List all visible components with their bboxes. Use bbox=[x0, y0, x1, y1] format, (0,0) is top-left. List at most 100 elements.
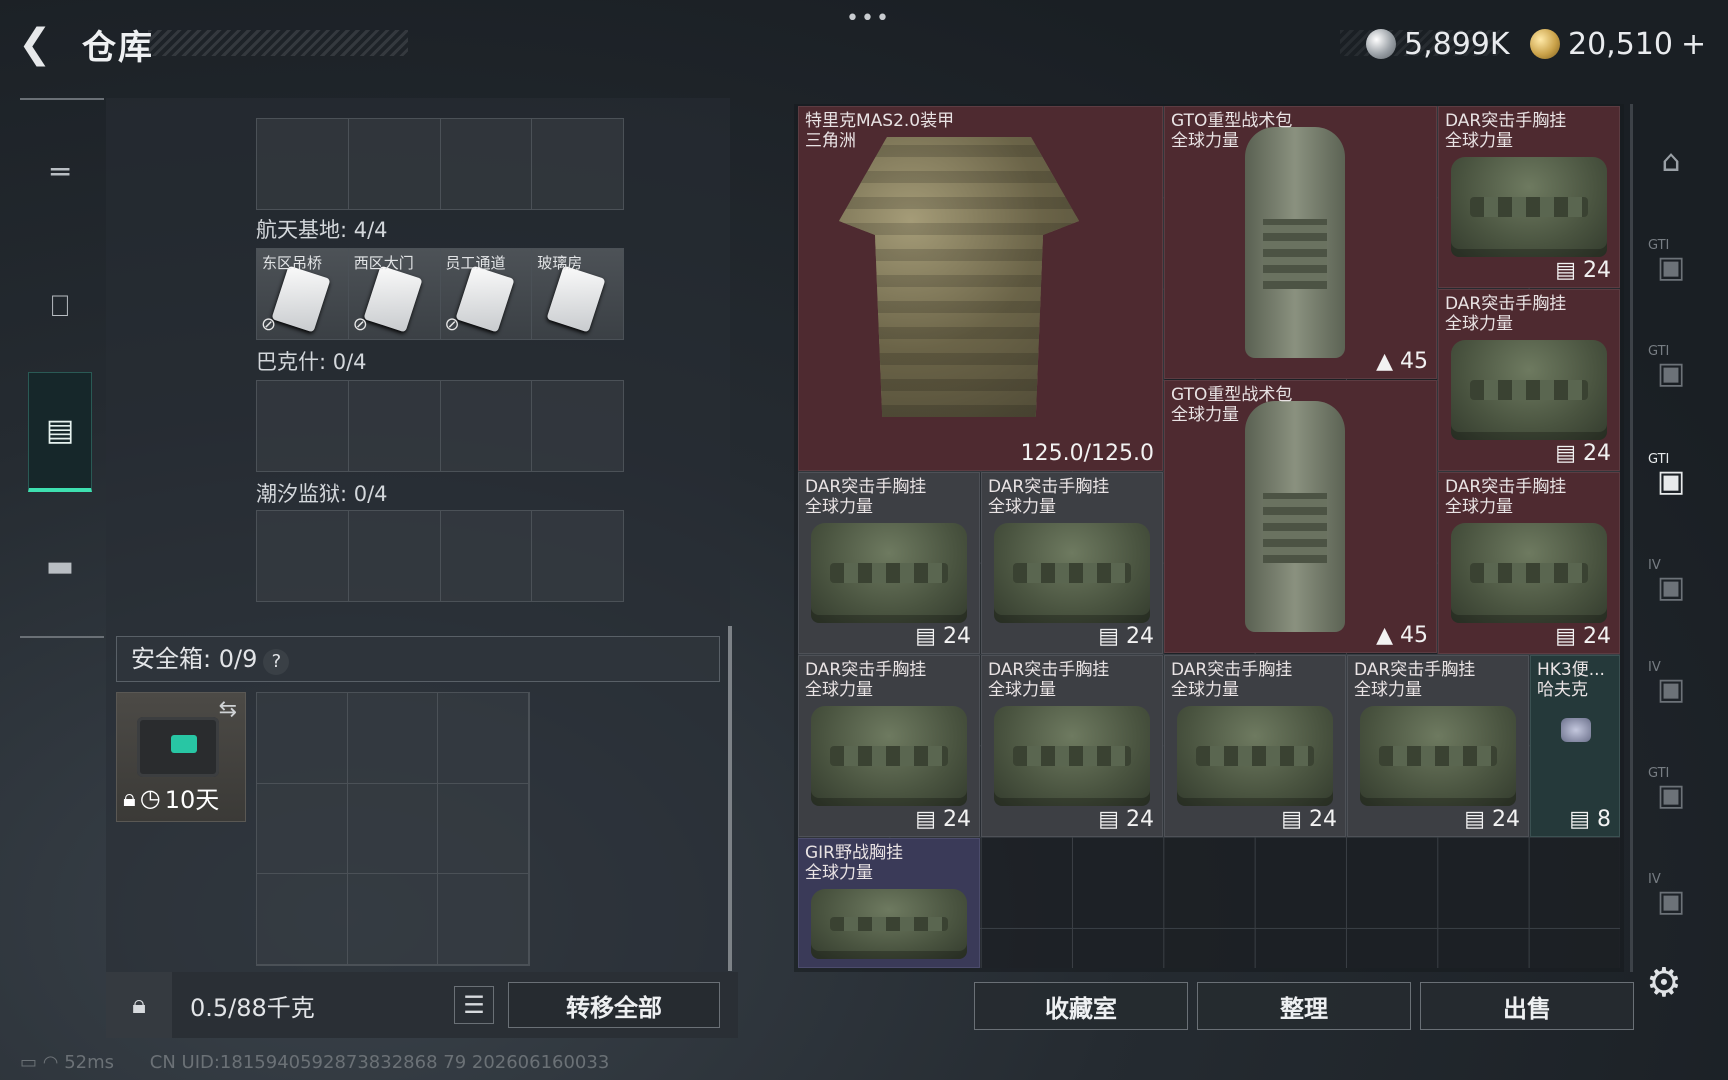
safe-slot[interactable] bbox=[347, 693, 439, 784]
collection-room-button[interactable]: 收藏室 bbox=[974, 982, 1188, 1030]
weapon-icon[interactable]: ═ bbox=[28, 112, 92, 232]
silver-currency: 5,899K bbox=[1366, 24, 1510, 64]
safe-slot[interactable] bbox=[438, 874, 529, 965]
silver-coin-icon bbox=[1366, 29, 1396, 59]
item-capacity: ▲ 45 bbox=[1376, 349, 1428, 374]
case-icon[interactable]: ▬ bbox=[28, 506, 92, 626]
stash-tab[interactable]: IV ▣ bbox=[1646, 872, 1696, 926]
stash-tab-active[interactable]: GTI ▣ bbox=[1646, 452, 1696, 506]
tide-prison-label: 潮汐监狱: 0/4 bbox=[256, 482, 388, 506]
safe-slot[interactable] bbox=[438, 693, 529, 784]
item-name: HK3便... 哈夫克 bbox=[1537, 660, 1605, 700]
item-armor[interactable]: 特里克MAS2.0装甲 三角洲 125.0/125.0 bbox=[798, 106, 1163, 471]
safe-slot[interactable] bbox=[347, 783, 439, 875]
backpack-icon[interactable]: ⎕ bbox=[28, 246, 92, 366]
stash-tab[interactable]: IV ▣ bbox=[1646, 558, 1696, 612]
key-slot[interactable] bbox=[441, 381, 533, 471]
item-name: DAR突击手胸挂 全球力量 bbox=[1445, 111, 1567, 151]
safe-box-item[interactable]: ⇆ 🔒︎ ◷ 10天 bbox=[116, 692, 246, 822]
safe-box-header: 安全箱: 0/9? bbox=[116, 636, 720, 682]
key-slot[interactable] bbox=[349, 119, 441, 209]
settings-gear-icon[interactable]: ⚙ bbox=[1646, 960, 1682, 1006]
item-gir-rig[interactable]: GIR野战胸挂 全球力量 bbox=[798, 838, 980, 968]
capacity-icon: ▲ bbox=[1376, 623, 1393, 648]
item-capacity: ▤ 24 bbox=[1555, 624, 1611, 649]
back-button[interactable]: ❮ bbox=[18, 22, 62, 66]
keycard-icon bbox=[454, 265, 515, 333]
scrollbar[interactable] bbox=[728, 626, 732, 971]
key-slot[interactable] bbox=[349, 511, 441, 601]
capacity-icon: ▤ bbox=[1281, 807, 1302, 832]
item-gto-backpack[interactable]: GTO重型战术包 全球力量 ▲ 45 bbox=[1164, 106, 1437, 379]
key-name: 玻璃房 bbox=[537, 254, 583, 272]
item-dar-rig[interactable]: DAR突击手胸挂 全球力量 ▤ 24 bbox=[981, 472, 1163, 654]
key-card[interactable]: 西区大门 ⊘ bbox=[348, 249, 441, 339]
swap-icon[interactable]: ⇆ bbox=[219, 697, 237, 722]
item-dar-rig[interactable]: DAR突击手胸挂 全球力量 ▤ 24 bbox=[1438, 472, 1620, 654]
stash-tab[interactable]: GTI ▣ bbox=[1646, 238, 1696, 292]
item-dar-rig[interactable]: DAR突击手胸挂 全球力量 ▤ 24 bbox=[1347, 655, 1529, 837]
key-slot[interactable] bbox=[441, 119, 533, 209]
key-slot[interactable] bbox=[257, 511, 349, 601]
item-dar-rig[interactable]: DAR突击手胸挂 全球力量 ▤ 24 bbox=[1164, 655, 1346, 837]
stash-tab[interactable]: GTI ▣ bbox=[1646, 766, 1696, 820]
key-slot[interactable] bbox=[532, 119, 623, 209]
safe-slot[interactable] bbox=[257, 783, 348, 875]
capacity-icon: ▤ bbox=[1569, 807, 1590, 832]
item-dar-rig[interactable]: DAR突击手胸挂 全球力量 ▤ 24 bbox=[798, 472, 980, 654]
chest-rig-image bbox=[1360, 706, 1516, 806]
chest-rig-image bbox=[811, 706, 967, 806]
key-card[interactable]: 员工通道 ⊘ bbox=[440, 249, 533, 339]
item-capacity: ▤ 24 bbox=[1555, 441, 1611, 466]
safe-box-grid[interactable] bbox=[256, 692, 530, 966]
weight-text: 0.5/88千克 bbox=[190, 994, 315, 1022]
sell-button[interactable]: 出售 bbox=[1420, 982, 1634, 1030]
key-slot[interactable] bbox=[532, 511, 623, 601]
item-capacity: ▤ 24 bbox=[1464, 807, 1520, 832]
list-view-button[interactable]: ☰ bbox=[454, 986, 494, 1024]
more-options-button[interactable]: ••• bbox=[846, 6, 891, 31]
key-slot[interactable] bbox=[349, 381, 441, 471]
wifi-icon: ◠ bbox=[42, 1052, 59, 1073]
item-hk3[interactable]: HK3便... 哈夫克 ▤ 8 bbox=[1530, 655, 1620, 837]
key-slot[interactable] bbox=[441, 511, 533, 601]
weight-lock-icon[interactable]: 🔒︎ bbox=[106, 972, 172, 1038]
stash-home-icon[interactable]: ⌂ bbox=[1646, 136, 1696, 186]
key-slot[interactable] bbox=[257, 381, 349, 471]
stash-tab[interactable]: GTI ▣ bbox=[1646, 344, 1696, 398]
organize-button[interactable]: 整理 bbox=[1197, 982, 1411, 1030]
no-trade-icon: ⊘ bbox=[261, 314, 277, 335]
stash-tab[interactable]: IV ▣ bbox=[1646, 660, 1696, 714]
keycard-icon bbox=[546, 265, 606, 333]
item-name: GTO重型战术包 全球力量 bbox=[1171, 385, 1293, 425]
chest-rig-image bbox=[811, 523, 967, 623]
key-card[interactable]: 东区吊桥 ⊘ bbox=[257, 249, 349, 339]
safe-slot[interactable] bbox=[257, 693, 348, 784]
transfer-all-button[interactable]: 转移全部 bbox=[508, 982, 720, 1028]
item-dar-rig[interactable]: DAR突击手胸挂 全球力量 ▤ 24 bbox=[981, 655, 1163, 837]
key-card[interactable]: 玻璃房 bbox=[532, 249, 623, 339]
item-dar-rig[interactable]: DAR突击手胸挂 全球力量 ▤ 24 bbox=[798, 655, 980, 837]
item-gto-backpack[interactable]: GTO重型战术包 全球力量 ▲ 45 bbox=[1164, 380, 1437, 653]
clock-icon: ◷ bbox=[139, 783, 161, 812]
key-slot[interactable] bbox=[532, 381, 623, 471]
stash-scroll-track bbox=[1630, 104, 1633, 972]
item-dar-rig[interactable]: DAR突击手胸挂 全球力量 ▤ 24 bbox=[1438, 289, 1620, 471]
bakesh-key-slots bbox=[256, 380, 624, 472]
key-slot[interactable] bbox=[257, 119, 349, 209]
item-name: GIR野战胸挂 全球力量 bbox=[805, 843, 903, 883]
weight-bar: 🔒︎ 0.5/88千克 ☰ 转移全部 bbox=[106, 972, 738, 1038]
add-currency-button[interactable]: + bbox=[1681, 27, 1706, 62]
key-name: 东区吊桥 bbox=[262, 254, 323, 272]
safe-slot[interactable] bbox=[257, 874, 348, 965]
left-category-nav: ═ ⎕ ▤ ▬ bbox=[20, 98, 104, 638]
chest-rig-icon[interactable]: ▤ bbox=[28, 372, 92, 492]
item-durability: 125.0/125.0 bbox=[1020, 441, 1154, 466]
keycard-icon bbox=[271, 265, 331, 333]
capacity-icon: ▤ bbox=[1555, 624, 1576, 649]
item-dar-rig[interactable]: DAR突击手胸挂 全球力量 ▤ 24 bbox=[1438, 106, 1620, 288]
help-button[interactable]: ? bbox=[263, 649, 290, 675]
chest-rig-image bbox=[994, 523, 1150, 623]
safe-slot[interactable] bbox=[438, 783, 529, 875]
safe-slot[interactable] bbox=[347, 874, 439, 965]
